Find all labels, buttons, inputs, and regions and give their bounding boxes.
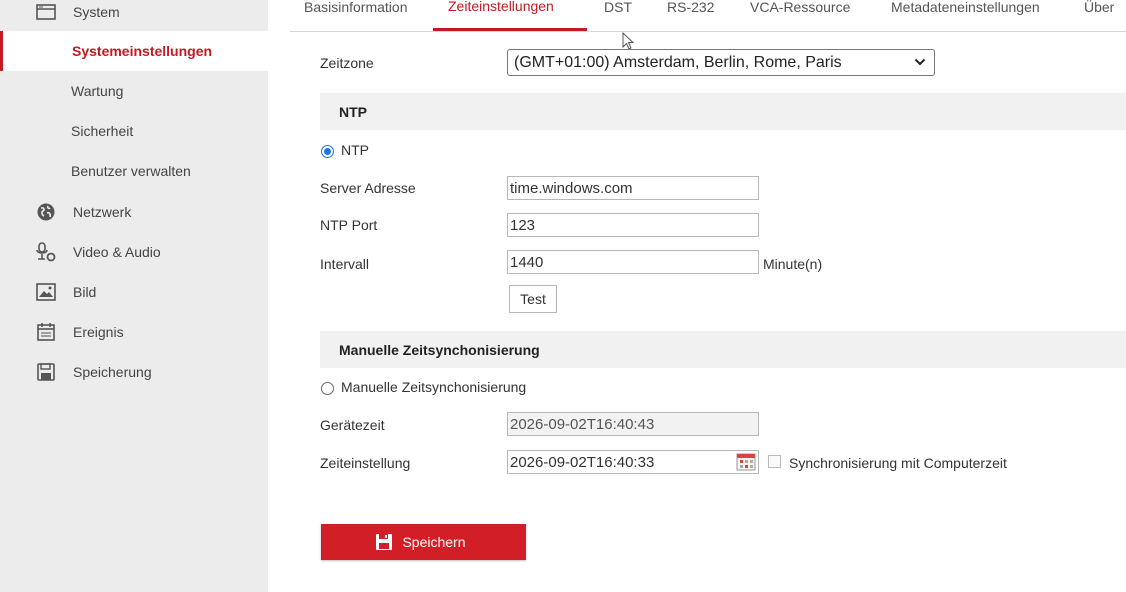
section-title: NTP <box>339 104 367 120</box>
sidebar-item-video-audio[interactable]: Video & Audio <box>0 232 268 272</box>
sidebar-item-label: Netzwerk <box>73 204 132 220</box>
tab-zeiteinstellungen[interactable]: Zeiteinstellungen <box>448 0 554 29</box>
manual-sync-radio-label: Manuelle Zeitsynchonisierung <box>341 379 527 395</box>
active-tab-indicator <box>433 28 587 31</box>
manual-sync-section-header: Manuelle Zeitsynchonisierung <box>320 331 1126 368</box>
manual-sync-radio[interactable] <box>321 382 334 395</box>
interval-input[interactable] <box>507 250 759 274</box>
section-title: Manuelle Zeitsynchonisierung <box>339 342 540 358</box>
ntp-port-label: NTP Port <box>320 217 378 233</box>
tab-vca-ressource[interactable]: VCA-Ressource <box>750 0 850 30</box>
tab-metadateneinstellungen[interactable]: Metadateneinstellungen <box>891 0 1040 30</box>
sidebar-item-bild[interactable]: Bild <box>0 272 268 312</box>
time-setting-input[interactable] <box>507 450 759 474</box>
save-icon <box>376 534 393 550</box>
sidebar-item-label: Benutzer verwalten <box>71 163 191 179</box>
sidebar-item-ereignis[interactable]: Ereignis <box>0 312 268 352</box>
tab-dst[interactable]: DST <box>604 0 632 30</box>
interval-label: Intervall <box>320 256 370 272</box>
sidebar-item-sicherheit[interactable]: Sicherheit <box>0 111 268 151</box>
tab-rs-232[interactable]: RS-232 <box>667 0 714 30</box>
time-setting-label: Zeiteinstellung <box>320 455 411 471</box>
sync-computer-time-label: Synchronisierung mit Computerzeit <box>789 455 1007 471</box>
sidebar-item-label: Wartung <box>71 83 124 99</box>
save-button[interactable]: Speichern <box>321 524 526 560</box>
server-address-input[interactable] <box>507 176 759 200</box>
device-time-label: Gerätezeit <box>320 417 385 433</box>
sidebar: System Systemeinstellungen Wartung Siche… <box>0 0 271 592</box>
sidebar-item-label: Video & Audio <box>73 244 161 260</box>
sidebar-item-benutzer-verwalten[interactable]: Benutzer verwalten <box>0 151 268 191</box>
sidebar-item-systemeinstellungen[interactable]: Systemeinstellungen <box>0 31 271 71</box>
tab-basisinformation[interactable]: Basisinformation <box>304 0 408 30</box>
calendar-picker-icon[interactable] <box>736 452 756 471</box>
device-time-field <box>507 412 759 436</box>
microphone-icon <box>36 242 56 262</box>
calendar-icon <box>37 323 55 341</box>
sidebar-item-label: Ereignis <box>73 324 124 340</box>
chevron-down-icon <box>914 58 926 66</box>
timezone-selected-value: (GMT+01:00) Amsterdam, Berlin, Rome, Par… <box>514 54 842 71</box>
tab-ueber[interactable]: Über <box>1084 0 1114 30</box>
window-icon <box>36 4 56 20</box>
sidebar-item-netzwerk[interactable]: Netzwerk <box>0 192 268 232</box>
globe-icon <box>37 203 55 221</box>
timezone-select[interactable]: (GMT+01:00) Amsterdam, Berlin, Rome, Par… <box>507 49 935 76</box>
test-button[interactable]: Test <box>509 285 557 313</box>
save-icon <box>37 363 55 381</box>
sidebar-item-system[interactable]: System <box>0 0 268 32</box>
ntp-radio[interactable] <box>321 145 334 158</box>
save-button-label: Speichern <box>402 534 466 550</box>
timezone-label: Zeitzone <box>320 55 374 71</box>
sidebar-item-label: Bild <box>73 284 97 300</box>
server-address-label: Server Adresse <box>320 180 416 196</box>
ntp-section-header: NTP <box>320 93 1126 130</box>
sidebar-item-label: System <box>73 4 120 20</box>
sidebar-item-wartung[interactable]: Wartung <box>0 71 268 111</box>
sidebar-item-speicherung[interactable]: Speicherung <box>0 352 268 392</box>
sync-computer-time-checkbox[interactable] <box>768 455 781 468</box>
sidebar-item-label: Speicherung <box>73 364 152 380</box>
ntp-radio-label: NTP <box>341 142 369 158</box>
image-icon <box>36 283 56 301</box>
sidebar-item-label: Sicherheit <box>71 123 134 139</box>
interval-unit: Minute(n) <box>763 256 823 272</box>
ntp-port-input[interactable] <box>507 213 759 237</box>
sidebar-item-label: Systemeinstellungen <box>72 43 213 59</box>
